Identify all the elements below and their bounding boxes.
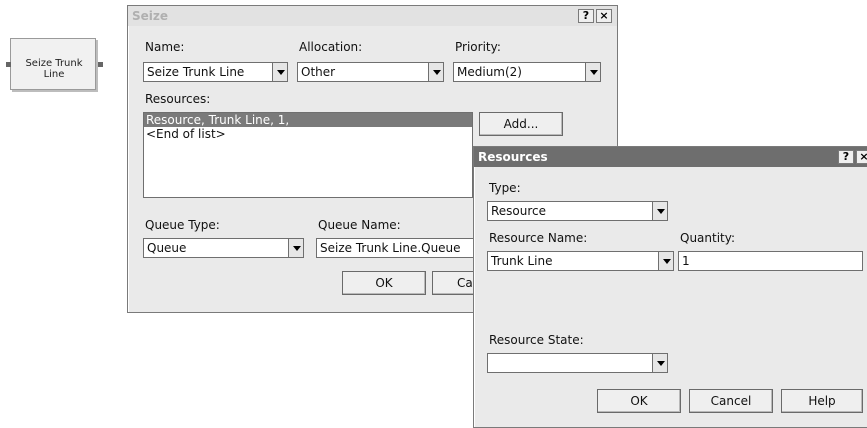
queue-name-field[interactable]: Seize Trunk Line.Queue — [316, 238, 476, 258]
priority-combo[interactable]: Medium(2) — [453, 62, 585, 82]
type-dropdown-button[interactable] — [652, 201, 668, 221]
resources-ok-button[interactable]: OK — [597, 389, 681, 413]
queue-type-value: Queue — [147, 241, 187, 255]
quantity-field[interactable]: 1 — [678, 251, 863, 271]
queue-type-label: Queue Type: — [145, 218, 220, 232]
resource-state-label: Resource State: — [489, 333, 584, 347]
resources-cancel-button[interactable]: Cancel — [689, 389, 773, 413]
seize-close-button[interactable]: × — [596, 9, 612, 23]
resources-label: Resources: — [145, 92, 211, 106]
name-combo[interactable]: Seize Trunk Line — [143, 62, 272, 82]
name-value: Seize Trunk Line — [147, 65, 245, 79]
queue-name-label: Queue Name: — [318, 218, 401, 232]
queue-type-combo[interactable]: Queue — [143, 238, 288, 258]
priority-value: Medium(2) — [457, 65, 522, 79]
chevron-down-icon — [433, 70, 441, 75]
priority-dropdown-button[interactable] — [585, 62, 601, 82]
chevron-down-icon — [590, 70, 598, 75]
resources-dialog-titlebar: Resources — [474, 147, 867, 167]
module-input-connector[interactable] — [6, 62, 11, 67]
list-item[interactable]: <End of list> — [144, 127, 472, 141]
resources-dialog-title: Resources — [478, 150, 548, 164]
chevron-down-icon — [663, 259, 671, 264]
resource-state-dropdown-button[interactable] — [652, 353, 668, 373]
add-button[interactable]: Add... — [479, 112, 563, 136]
chevron-down-icon — [657, 361, 665, 366]
queue-name-value: Seize Trunk Line.Queue — [320, 241, 461, 255]
seize-ok-button[interactable]: OK — [342, 271, 426, 295]
queue-type-dropdown-button[interactable] — [288, 238, 304, 258]
resource-name-dropdown-button[interactable] — [658, 251, 674, 271]
module-label: Seize Trunk Line — [25, 58, 83, 80]
resource-name-value: Trunk Line — [491, 254, 553, 268]
resources-dialog — [473, 146, 867, 428]
list-item-selected[interactable]: Resource, Trunk Line, 1, — [144, 113, 472, 127]
seize-dialog-titlebar: Seize — [128, 6, 617, 26]
resources-close-button[interactable]: × — [856, 150, 867, 164]
chevron-down-icon — [293, 246, 301, 251]
resources-help-text-button[interactable]: Help — [781, 389, 863, 413]
quantity-label: Quantity: — [680, 231, 736, 245]
module-output-connector[interactable] — [98, 62, 103, 67]
seize-dialog-title: Seize — [132, 9, 169, 23]
allocation-combo[interactable]: Other — [297, 62, 428, 82]
resources-list[interactable]: Resource, Trunk Line, 1, <End of list> — [143, 112, 473, 198]
type-label: Type: — [489, 181, 521, 195]
resource-name-label: Resource Name: — [489, 231, 588, 245]
allocation-dropdown-button[interactable] — [428, 62, 444, 82]
chevron-down-icon — [657, 209, 665, 214]
allocation-value: Other — [301, 65, 336, 79]
type-combo[interactable]: Resource — [487, 201, 652, 221]
seize-help-button[interactable]: ? — [578, 9, 594, 23]
name-dropdown-button[interactable] — [272, 62, 288, 82]
resource-name-combo[interactable]: Trunk Line — [487, 251, 658, 271]
allocation-label: Allocation: — [299, 40, 363, 54]
resources-help-button[interactable]: ? — [838, 150, 854, 164]
name-label: Name: — [145, 40, 185, 54]
priority-label: Priority: — [455, 40, 501, 54]
chevron-down-icon — [277, 70, 285, 75]
resource-state-combo[interactable] — [487, 353, 652, 373]
quantity-value: 1 — [682, 254, 690, 268]
type-value: Resource — [491, 204, 547, 218]
